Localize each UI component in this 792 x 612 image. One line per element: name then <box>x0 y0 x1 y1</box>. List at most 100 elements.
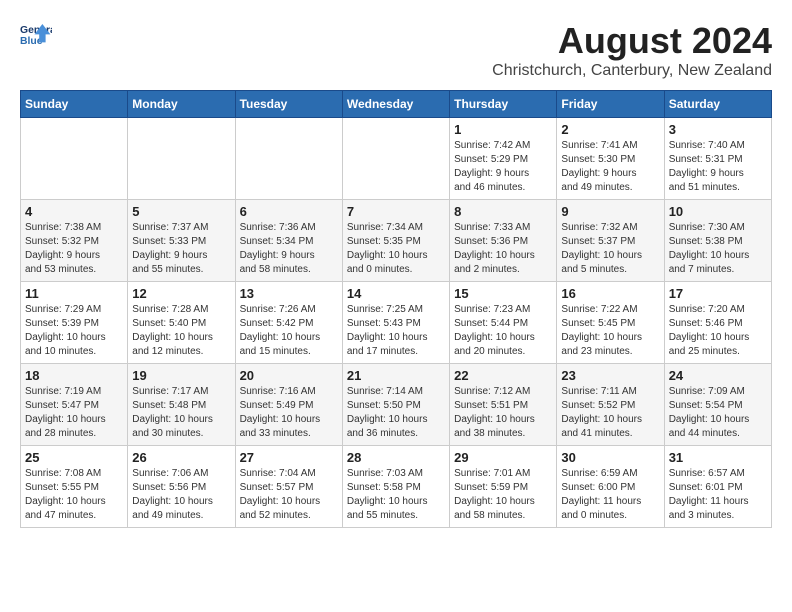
day-number: 2 <box>561 122 659 137</box>
day-number: 1 <box>454 122 552 137</box>
calendar-cell: 21 Sunrise: 7:14 AM Sunset: 5:50 PM Dayli… <box>342 364 449 446</box>
calendar-week-2: 4 Sunrise: 7:38 AM Sunset: 5:32 PM Daylig… <box>21 200 772 282</box>
weekday-header-row: SundayMondayTuesdayWednesdayThursdayFrid… <box>21 91 772 118</box>
day-number: 4 <box>25 204 123 219</box>
day-number: 22 <box>454 368 552 383</box>
day-info: Sunrise: 7:01 AM Sunset: 5:59 PM Dayligh… <box>454 467 552 523</box>
day-info: Sunrise: 7:16 AM Sunset: 5:49 PM Dayligh… <box>240 385 338 441</box>
calendar-cell: 2 Sunrise: 7:41 AM Sunset: 5:30 PM Daylig… <box>557 118 664 200</box>
day-info: Sunrise: 7:03 AM Sunset: 5:58 PM Dayligh… <box>347 467 445 523</box>
day-info: Sunrise: 7:28 AM Sunset: 5:40 PM Dayligh… <box>132 303 230 359</box>
page-header: General Blue August 2024 Christchurch, C… <box>20 20 772 80</box>
day-number: 18 <box>25 368 123 383</box>
day-info: Sunrise: 7:06 AM Sunset: 5:56 PM Dayligh… <box>132 467 230 523</box>
calendar-cell: 17Sunrise: 7:20 AM Sunset: 5:46 PM Dayli… <box>664 282 771 364</box>
day-number: 8 <box>454 204 552 219</box>
day-number: 24 <box>669 368 767 383</box>
day-number: 31 <box>669 450 767 465</box>
calendar-cell: 31 Sunrise: 6:57 AM Sunset: 6:01 PM Dayli… <box>664 446 771 528</box>
day-number: 9 <box>561 204 659 219</box>
day-number: 26 <box>132 450 230 465</box>
calendar-cell: 16 Sunrise: 7:22 AM Sunset: 5:45 PM Dayli… <box>557 282 664 364</box>
day-number: 19 <box>132 368 230 383</box>
day-info: Sunrise: 7:25 AM Sunset: 5:43 PM Dayligh… <box>347 303 445 359</box>
calendar-cell: 10 Sunrise: 7:30 AM Sunset: 5:38 PM Dayli… <box>664 200 771 282</box>
day-info: Sunrise: 7:23 AM Sunset: 5:44 PM Dayligh… <box>454 303 552 359</box>
calendar-cell: 27Sunrise: 7:04 AM Sunset: 5:57 PM Dayli… <box>235 446 342 528</box>
calendar-cell: 7 Sunrise: 7:34 AM Sunset: 5:35 PM Daylig… <box>342 200 449 282</box>
weekday-header-monday: Monday <box>128 91 235 118</box>
calendar-cell: 4 Sunrise: 7:38 AM Sunset: 5:32 PM Daylig… <box>21 200 128 282</box>
calendar-week-3: 11 Sunrise: 7:29 AM Sunset: 5:39 PM Dayli… <box>21 282 772 364</box>
calendar-cell: 25 Sunrise: 7:08 AM Sunset: 5:55 PM Dayli… <box>21 446 128 528</box>
logo-icon: General Blue <box>20 20 52 52</box>
day-info: Sunrise: 7:30 AM Sunset: 5:38 PM Dayligh… <box>669 221 767 277</box>
day-info: Sunrise: 7:33 AM Sunset: 5:36 PM Dayligh… <box>454 221 552 277</box>
month-year-title: August 2024 <box>492 20 772 62</box>
day-number: 16 <box>561 286 659 301</box>
day-number: 7 <box>347 204 445 219</box>
calendar-cell: 8 Sunrise: 7:33 AM Sunset: 5:36 PM Daylig… <box>450 200 557 282</box>
day-number: 28 <box>347 450 445 465</box>
day-number: 29 <box>454 450 552 465</box>
day-info: Sunrise: 7:20 AM Sunset: 5:46 PM Dayligh… <box>669 303 767 359</box>
day-info: Sunrise: 7:12 AM Sunset: 5:51 PM Dayligh… <box>454 385 552 441</box>
day-info: Sunrise: 6:57 AM Sunset: 6:01 PM Dayligh… <box>669 467 767 523</box>
day-info: Sunrise: 7:42 AM Sunset: 5:29 PM Dayligh… <box>454 139 552 195</box>
day-number: 30 <box>561 450 659 465</box>
day-number: 15 <box>454 286 552 301</box>
day-number: 14 <box>347 286 445 301</box>
calendar-table: SundayMondayTuesdayWednesdayThursdayFrid… <box>20 90 772 528</box>
day-number: 25 <box>25 450 123 465</box>
calendar-cell: 11 Sunrise: 7:29 AM Sunset: 5:39 PM Dayli… <box>21 282 128 364</box>
calendar-cell: 13Sunrise: 7:26 AM Sunset: 5:42 PM Dayli… <box>235 282 342 364</box>
day-info: Sunrise: 7:11 AM Sunset: 5:52 PM Dayligh… <box>561 385 659 441</box>
calendar-cell: 28 Sunrise: 7:03 AM Sunset: 5:58 PM Dayli… <box>342 446 449 528</box>
day-info: Sunrise: 7:36 AM Sunset: 5:34 PM Dayligh… <box>240 221 338 277</box>
day-number: 27 <box>240 450 338 465</box>
calendar-week-4: 18 Sunrise: 7:19 AM Sunset: 5:47 PM Dayli… <box>21 364 772 446</box>
calendar-cell: 6 Sunrise: 7:36 AM Sunset: 5:34 PM Daylig… <box>235 200 342 282</box>
title-area: August 2024 Christchurch, Canterbury, Ne… <box>492 20 772 80</box>
calendar-cell <box>21 118 128 200</box>
weekday-header-friday: Friday <box>557 91 664 118</box>
logo: General Blue <box>20 20 52 52</box>
calendar-cell: 1 Sunrise: 7:42 AM Sunset: 5:29 PM Daylig… <box>450 118 557 200</box>
day-info: Sunrise: 7:09 AM Sunset: 5:54 PM Dayligh… <box>669 385 767 441</box>
day-number: 12 <box>132 286 230 301</box>
calendar-cell: 22 Sunrise: 7:12 AM Sunset: 5:51 PM Dayli… <box>450 364 557 446</box>
calendar-cell: 18 Sunrise: 7:19 AM Sunset: 5:47 PM Dayli… <box>21 364 128 446</box>
calendar-cell: 24 Sunrise: 7:09 AM Sunset: 5:54 PM Dayli… <box>664 364 771 446</box>
calendar-cell: 3 Sunrise: 7:40 AM Sunset: 5:31 PM Daylig… <box>664 118 771 200</box>
calendar-cell: 30Sunrise: 6:59 AM Sunset: 6:00 PM Dayli… <box>557 446 664 528</box>
day-number: 6 <box>240 204 338 219</box>
day-info: Sunrise: 7:19 AM Sunset: 5:47 PM Dayligh… <box>25 385 123 441</box>
day-info: Sunrise: 7:17 AM Sunset: 5:48 PM Dayligh… <box>132 385 230 441</box>
calendar-cell <box>235 118 342 200</box>
day-number: 23 <box>561 368 659 383</box>
day-info: Sunrise: 7:26 AM Sunset: 5:42 PM Dayligh… <box>240 303 338 359</box>
weekday-header-saturday: Saturday <box>664 91 771 118</box>
weekday-header-sunday: Sunday <box>21 91 128 118</box>
day-number: 21 <box>347 368 445 383</box>
day-info: Sunrise: 7:38 AM Sunset: 5:32 PM Dayligh… <box>25 221 123 277</box>
calendar-cell: 9 Sunrise: 7:32 AM Sunset: 5:37 PM Daylig… <box>557 200 664 282</box>
calendar-cell: 12 Sunrise: 7:28 AM Sunset: 5:40 PM Dayli… <box>128 282 235 364</box>
day-info: Sunrise: 7:14 AM Sunset: 5:50 PM Dayligh… <box>347 385 445 441</box>
day-info: Sunrise: 7:34 AM Sunset: 5:35 PM Dayligh… <box>347 221 445 277</box>
calendar-week-5: 25 Sunrise: 7:08 AM Sunset: 5:55 PM Dayli… <box>21 446 772 528</box>
day-info: Sunrise: 7:29 AM Sunset: 5:39 PM Dayligh… <box>25 303 123 359</box>
day-number: 11 <box>25 286 123 301</box>
day-number: 10 <box>669 204 767 219</box>
day-number: 5 <box>132 204 230 219</box>
calendar-cell <box>342 118 449 200</box>
day-info: Sunrise: 7:40 AM Sunset: 5:31 PM Dayligh… <box>669 139 767 195</box>
calendar-cell: 5Sunrise: 7:37 AM Sunset: 5:33 PM Daylig… <box>128 200 235 282</box>
day-info: Sunrise: 7:41 AM Sunset: 5:30 PM Dayligh… <box>561 139 659 195</box>
weekday-header-wednesday: Wednesday <box>342 91 449 118</box>
day-info: Sunrise: 7:32 AM Sunset: 5:37 PM Dayligh… <box>561 221 659 277</box>
day-info: Sunrise: 7:22 AM Sunset: 5:45 PM Dayligh… <box>561 303 659 359</box>
calendar-cell: 19 Sunrise: 7:17 AM Sunset: 5:48 PM Dayli… <box>128 364 235 446</box>
day-number: 3 <box>669 122 767 137</box>
day-info: Sunrise: 7:08 AM Sunset: 5:55 PM Dayligh… <box>25 467 123 523</box>
